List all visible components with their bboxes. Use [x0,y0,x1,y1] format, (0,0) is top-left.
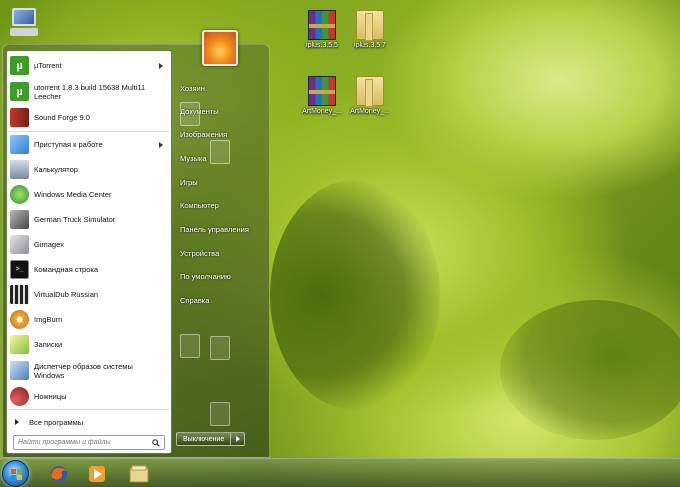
utorrent-icon: µ [10,56,29,75]
windows-flag-icon [11,469,22,480]
folder-icon [356,76,384,107]
program-snipping-tool[interactable]: Ножницы [7,384,171,409]
program-calculator[interactable]: Калькулятор [7,157,171,182]
search-box[interactable] [13,435,165,450]
program-label: Приступая к работе [34,140,103,149]
computer-icon[interactable] [8,6,40,40]
monitor-icon [12,8,36,26]
truck-icon [10,210,29,229]
taskbar-firefox[interactable] [40,461,78,486]
sound-forge-icon [10,108,29,127]
right-item-music[interactable]: Музыка [180,154,207,163]
program-label: Windows Media Center [34,190,112,199]
right-item-devices[interactable]: Устройства [180,249,219,258]
utorrent-icon: µ [10,82,29,101]
right-item-games[interactable]: Игры [180,178,198,187]
right-item-help[interactable]: Справка [180,296,209,305]
wallpaper-shadow [500,300,680,440]
search-input[interactable] [18,439,146,446]
right-item-pictures[interactable]: Изображения [180,130,227,139]
program-imgburn[interactable]: ImgBurn [7,307,171,332]
submenu-arrow-icon [159,62,163,69]
start-menu: µ µTorrent µ utorrent 1.8.3 build 15638 … [2,30,270,458]
program-label: utorrent 1.8.3 build 15638 Multi11 Leech… [34,82,146,101]
desktop-icon-label: ArtMoney_... [350,108,390,115]
separator [9,409,169,410]
search-icon[interactable] [152,439,160,447]
program-utorrent[interactable]: µ µTorrent [7,53,171,78]
program-label: Калькулятор [34,165,78,174]
imgburn-icon [10,310,29,329]
right-item-computer[interactable]: Компьютер [180,201,219,210]
program-virtualdub[interactable]: VirtualDub Russian [7,282,171,307]
folder-icon [356,10,384,41]
scissors-icon [10,387,29,406]
program-label: Sound Forge 9.0 [34,113,90,122]
program-utorrent-leecher[interactable]: µ utorrent 1.8.3 build 15638 Multi11 Lee… [7,78,171,105]
program-command-prompt[interactable]: >_ Командная строка [7,257,171,282]
shutdown-group: Выключение [176,432,246,446]
program-label: Ножницы [34,392,67,401]
media-player-icon [89,465,105,482]
sticky-notes-icon [10,335,29,354]
media-center-icon [10,185,29,204]
program-getting-started[interactable]: Приступая к работе [7,132,171,157]
wallpaper-shadow [270,180,440,410]
program-gimagex[interactable]: Gimagex [7,232,171,257]
program-label: Командная строка [34,265,98,274]
right-item-user[interactable]: Хозяин [180,84,205,93]
firefox-icon [51,465,67,482]
program-label: Записки [34,340,63,349]
desktop-icon-artmoney-rar[interactable]: ArtMoney_... [297,76,347,115]
program-sound-forge[interactable]: Sound Forge 9.0 [7,105,171,130]
desktop-icon-label: iplus.3.5.5 [306,42,338,49]
desktop-icon-artmoney-folder[interactable]: ArtMoney_... [345,76,395,115]
program-sticky-notes[interactable]: Записки [7,332,171,357]
ghost-icon [210,336,230,360]
program-image-manager[interactable]: Диспетчер образов системы Windows [7,357,171,384]
ghost-icon [210,140,230,164]
ghost-icon [210,402,230,426]
windows-orb-icon[interactable] [2,460,29,487]
arrow-right-icon [15,419,19,425]
program-german-truck-simulator[interactable]: German Truck Simulator [7,207,171,232]
command-prompt-icon: >_ [10,260,29,279]
program-media-center[interactable]: Windows Media Center [7,182,171,207]
right-item-default-programs[interactable]: По умолчанию [180,272,231,281]
virtualdub-icon [10,285,29,304]
ghost-icon [180,334,200,358]
program-label: VirtualDub Russian [34,290,99,299]
programs-pane: µ µTorrent µ utorrent 1.8.3 build 15638 … [6,50,172,454]
shutdown-button[interactable]: Выключение [176,432,232,446]
all-programs-label: Все программы [29,417,84,427]
winrar-archive-icon [308,10,336,40]
user-picture[interactable] [202,30,238,66]
desktop-icon-label: iplus.3.5.7 [354,42,386,49]
desktop-icon-iplus-rar[interactable]: iplus.3.5.5 [297,10,347,49]
program-label: ImgBurn [34,315,63,324]
program-label: µTorrent [34,61,62,70]
desktop-icon-iplus-folder[interactable]: iplus.3.5.7 [345,10,395,49]
program-list: µ µTorrent µ utorrent 1.8.3 build 15638 … [7,53,171,409]
all-programs-button[interactable]: Все программы [7,412,171,432]
gimagex-icon [10,235,29,254]
taskbar-media-player[interactable] [78,461,116,486]
getting-started-icon [10,135,29,154]
monitor-base [10,28,38,36]
explorer-icon [129,465,149,482]
program-label: Gimagex [34,240,65,249]
calculator-icon [10,160,29,179]
submenu-arrow-icon [159,141,163,148]
image-manager-icon [10,361,29,380]
right-item-documents[interactable]: Документы [180,107,219,116]
taskbar-explorer[interactable] [120,461,158,486]
taskbar [0,458,680,487]
winrar-archive-icon [308,76,336,106]
program-label: German Truck Simulator [34,215,116,224]
desktop-icon-label: ArtMoney_... [302,108,342,115]
program-label: Диспетчер образов системы Windows [34,361,133,380]
right-item-control-panel[interactable]: Панель управления [180,225,249,234]
shutdown-options-button[interactable] [231,432,246,446]
